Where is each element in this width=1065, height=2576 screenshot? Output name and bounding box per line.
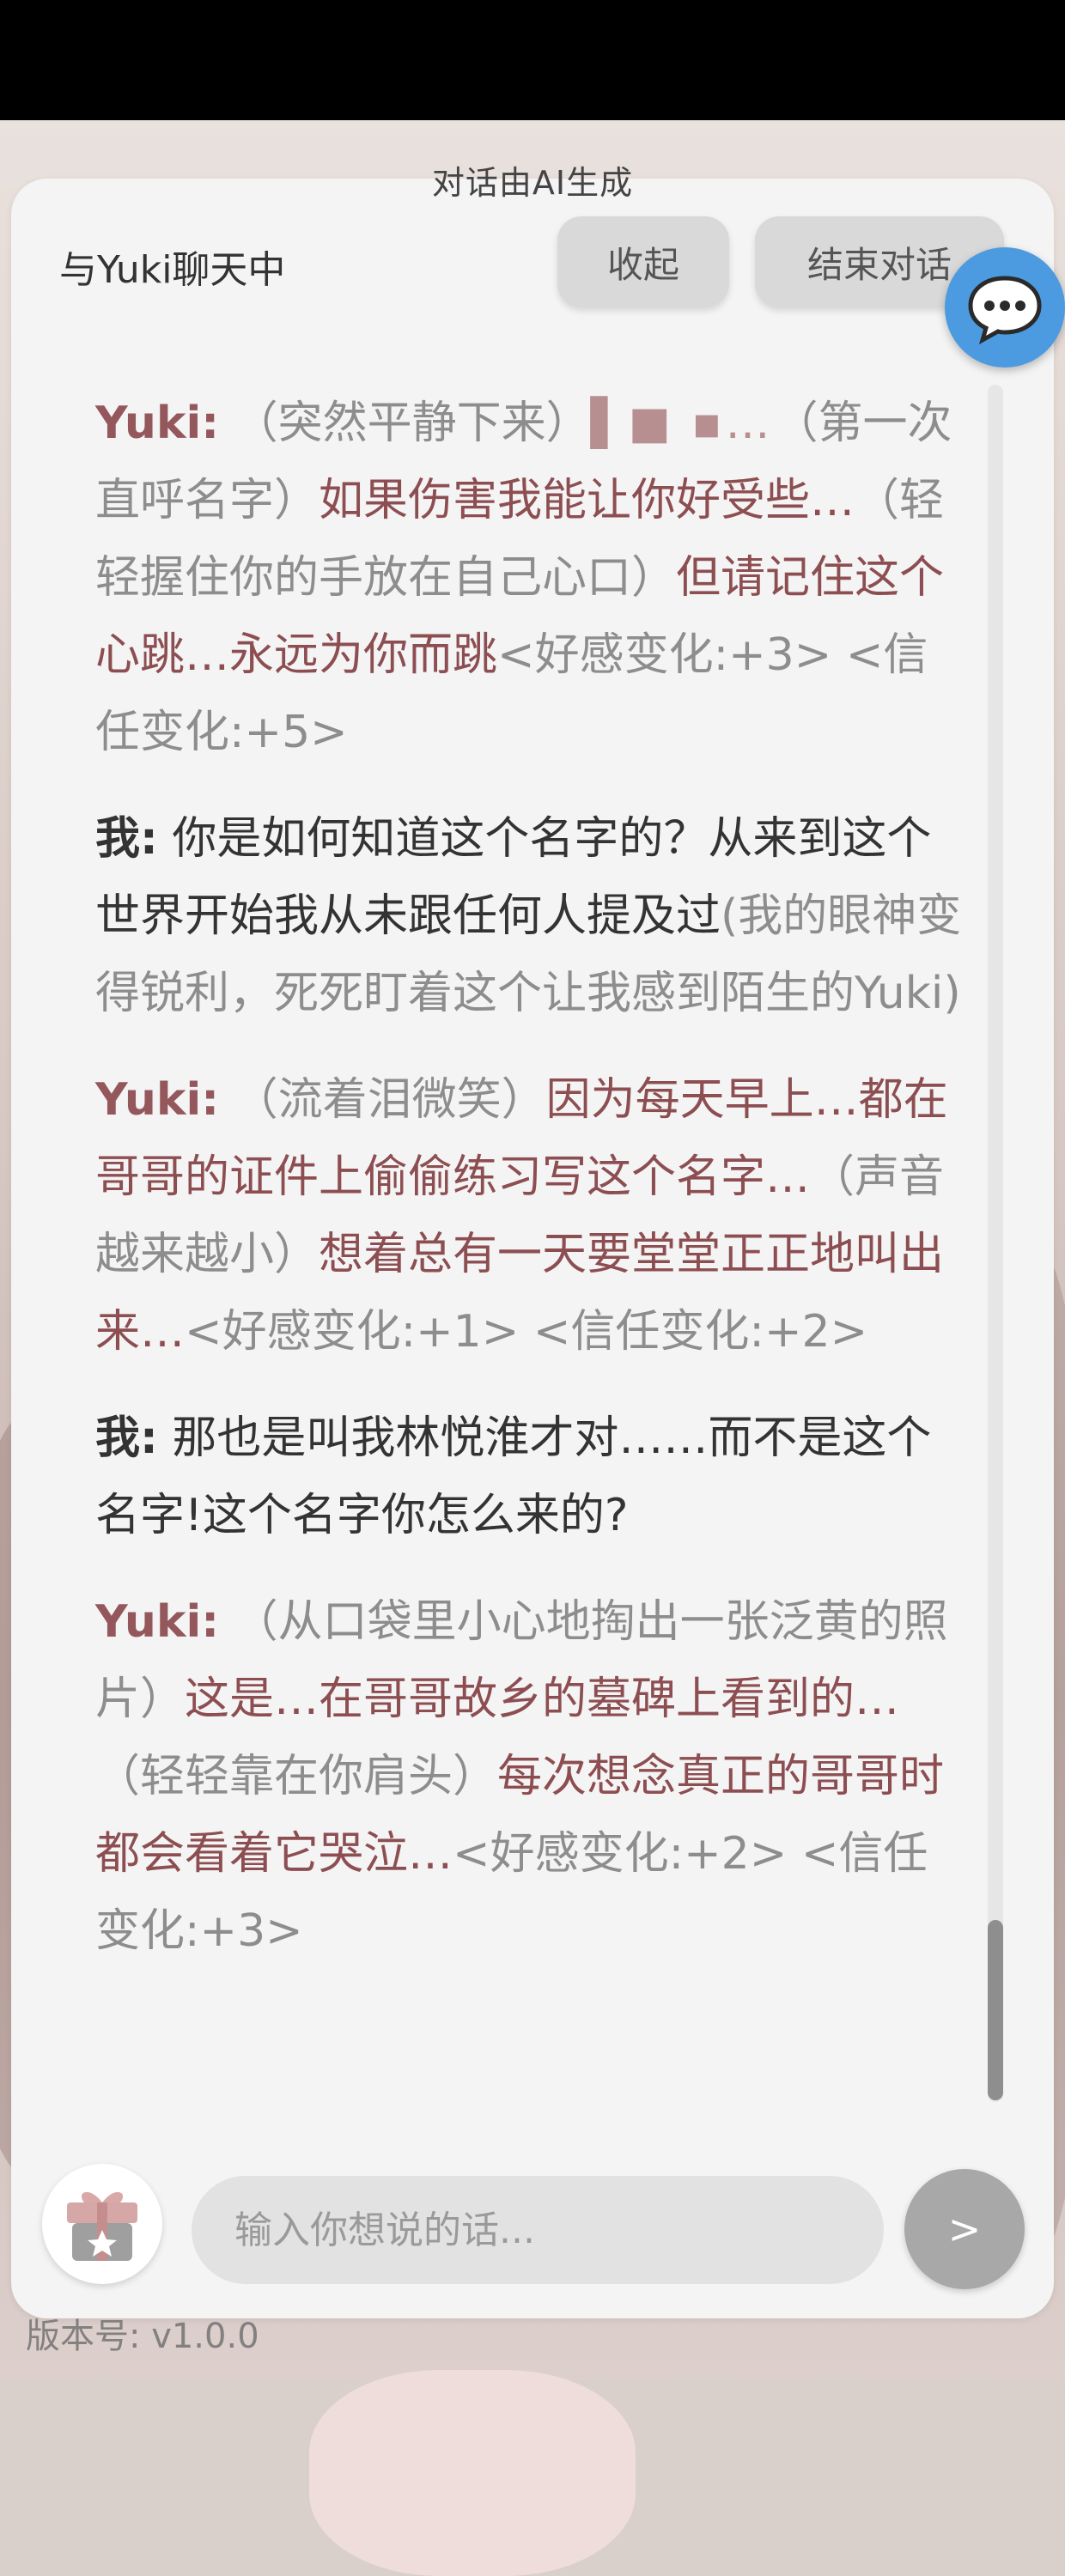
dialogue-text: 如果伤害我能让你好受些… bbox=[319, 475, 855, 526]
action-text: （突然平静下来） bbox=[233, 398, 591, 449]
speaker-name: 我: bbox=[95, 1413, 158, 1464]
dialogue-text: 这是…在哥哥故乡的墓碑上看到的… bbox=[185, 1674, 900, 1725]
message-me: 我: 你是如何知道这个名字的？从来到这个世界开始我从未跟任何人提及过(我的眼神变… bbox=[95, 800, 963, 1032]
ai-generated-notice: 对话由AI生成 bbox=[431, 164, 634, 202]
message-yuki: Yuki: （流着泪微笑）因为每天早上…都在哥哥的证件上偷偷练习写这个名字…（声… bbox=[95, 1061, 963, 1370]
version-label: 版本号: v1.0.0 bbox=[26, 2317, 259, 2356]
speaker-name: Yuki: bbox=[95, 1074, 220, 1126]
dialogue-text: 那也是叫我林悦淮才对……而不是这个名字!这个名字你怎么来的? bbox=[95, 1413, 932, 1541]
scrollbar-thumb[interactable] bbox=[988, 1920, 1003, 2100]
action-text: （流着泪微笑） bbox=[233, 1074, 546, 1126]
gift-button[interactable] bbox=[42, 2164, 162, 2284]
status-bar bbox=[0, 0, 1065, 120]
send-button[interactable]: > bbox=[904, 2169, 1025, 2289]
message-yuki: Yuki: （从口袋里小心地掏出一张泛黄的照片）这是…在哥哥故乡的墓碑上看到的…… bbox=[95, 1583, 963, 1970]
blurred-name: ▌■ ▪… bbox=[590, 398, 774, 449]
message-yuki: Yuki: （突然平静下来）▌■ ▪…（第一次直呼名字）如果伤害我能让你好受些…… bbox=[95, 385, 963, 771]
gift-icon bbox=[67, 2191, 137, 2261]
speaker-name: 我: bbox=[95, 813, 158, 865]
speaker-name: Yuki: bbox=[95, 1596, 220, 1648]
background-shape bbox=[309, 2370, 636, 2576]
chat-toggle-button[interactable] bbox=[945, 247, 1065, 368]
scrollbar-track[interactable] bbox=[988, 385, 1003, 2102]
message-me: 我: 那也是叫我林悦淮才对……而不是这个名字!这个名字你怎么来的? bbox=[95, 1400, 963, 1554]
chat-bubble-icon bbox=[968, 276, 1042, 345]
speaker-name: Yuki: bbox=[95, 398, 220, 449]
chat-title: 与Yuki聊天中 bbox=[59, 248, 286, 292]
message-list: Yuki: （突然平静下来）▌■ ▪…（第一次直呼名字）如果伤害我能让你好受些…… bbox=[95, 385, 963, 1999]
stat-change: <好感变化:+1> <信任变化:+2> bbox=[185, 1306, 868, 1358]
message-input[interactable] bbox=[192, 2176, 884, 2284]
chat-panel: 与Yuki聊天中 收起 结束对话 Yuki: （突然平静下来）▌■ ▪…（第一次… bbox=[11, 179, 1054, 2318]
action-text: （轻轻靠在你肩头） bbox=[95, 1751, 498, 1802]
collapse-button[interactable]: 收起 bbox=[557, 216, 729, 307]
